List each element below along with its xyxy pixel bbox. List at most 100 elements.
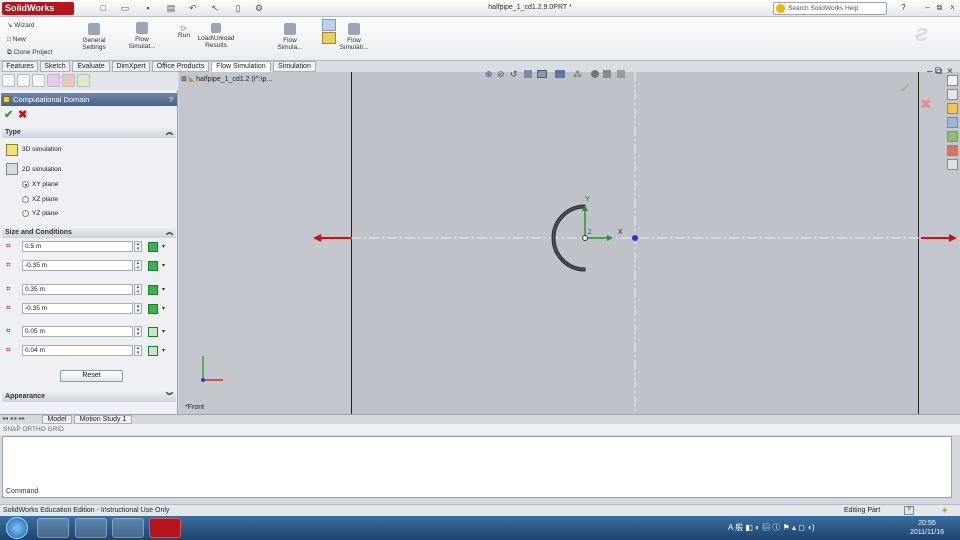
command-window[interactable] <box>2 436 952 498</box>
zmin-condition-icon[interactable] <box>148 346 158 356</box>
new-file-icon[interactable]: □ <box>98 3 108 13</box>
rebuild-icon[interactable]: ▯ <box>233 3 243 13</box>
pm-title: Computational Domain ? <box>1 93 177 106</box>
tab-scroll-arrows[interactable]: ◂◂ ◂ ▸ ▸▸ <box>2 415 40 424</box>
property-manager-icon[interactable] <box>17 74 30 87</box>
flow-simulation-button-2[interactable]: Flow Simula... <box>275 23 305 51</box>
tab-dimxpert[interactable]: DimXpert <box>112 61 150 72</box>
xmax-spinner[interactable]: ▴ ▾ <box>134 241 142 252</box>
ymin-spinner[interactable]: ▴ ▾ <box>134 303 142 314</box>
flow-simulation-button-3[interactable]: Flow Simulati... <box>338 23 370 51</box>
sim2d-icon[interactable] <box>6 163 18 175</box>
close-button[interactable]: × <box>947 3 958 13</box>
domain-arrow-right-head[interactable] <box>949 234 957 242</box>
solidworks-taskbar-icon[interactable] <box>149 518 181 538</box>
tab-model[interactable]: Model <box>42 415 72 424</box>
xmin-dropdown-icon[interactable]: ▾ <box>162 261 169 271</box>
tab-evaluate[interactable]: Evaluate <box>72 61 110 72</box>
feature-manager-icon[interactable] <box>2 74 15 87</box>
type-section-header[interactable]: Type ︽ <box>2 128 176 138</box>
ymax-field[interactable]: 0.35 m <box>22 284 133 295</box>
browser-taskbar-icon[interactable] <box>37 518 69 538</box>
flow-sim-label-1: Flow <box>135 36 149 43</box>
ymax-dropdown-icon[interactable]: ▾ <box>162 285 169 295</box>
wizard-button[interactable]: ↘ Wizard <box>7 22 35 29</box>
print-icon[interactable]: ▤ <box>166 3 176 13</box>
xy-plane-radio[interactable] <box>22 181 29 188</box>
zmin-dropdown-icon[interactable]: ▾ <box>162 346 169 356</box>
load-unload-results-button[interactable]: Load\Unload Results <box>196 23 236 49</box>
general-settings-button[interactable]: General Settings <box>80 23 108 51</box>
ymin-icon: ⌗ <box>6 303 11 312</box>
zmax-spinner[interactable]: ▴ ▾ <box>134 326 142 337</box>
dimxpert-manager-icon[interactable] <box>47 74 60 87</box>
restore-button[interactable]: ⧉ <box>934 3 945 13</box>
pm-help-icon[interactable]: ? <box>169 93 173 106</box>
tab-simulation[interactable]: Simulation <box>273 61 316 72</box>
appearance-section-header[interactable]: Appearance ︾ <box>2 392 176 402</box>
zmax-field[interactable]: 0.05 m <box>22 326 133 337</box>
ymax-condition-icon[interactable] <box>148 285 158 295</box>
undo-icon[interactable]: ↶ <box>188 3 198 13</box>
clock[interactable]: 20:55 2011/11/16 <box>897 519 957 537</box>
xmin-spinner[interactable]: ▴ ▾ <box>134 260 142 271</box>
cancel-icon[interactable]: ✖ <box>18 108 27 121</box>
xmin-condition-icon[interactable] <box>148 261 158 271</box>
xz-plane-radio[interactable] <box>22 196 29 203</box>
boundary-condition-icon[interactable] <box>322 32 336 44</box>
open-file-icon[interactable]: ▭ <box>120 3 130 13</box>
minimize-button[interactable]: – <box>922 3 933 13</box>
start-button-icon[interactable] <box>6 517 28 539</box>
computational-domain-toggle-icon[interactable] <box>322 19 336 31</box>
zmin-spinner[interactable]: ▴ ▾ <box>134 345 142 356</box>
reset-button[interactable]: Reset <box>60 370 123 382</box>
title-bar: SolidWorks □ ▭ ▪ ▤ ↶ ↖ ▯ ⚙ halfpipe_1_cd… <box>0 0 960 17</box>
xmax-field[interactable]: 0.5 m <box>22 241 133 252</box>
help-icon[interactable]: ? <box>898 3 909 13</box>
ymin-dropdown-icon[interactable]: ▾ <box>162 304 169 314</box>
flow-simulation-tree-button[interactable]: Flow Simulat... <box>125 22 159 50</box>
xmax-condition-icon[interactable] <box>148 242 158 252</box>
graphics-area[interactable]: ⊞ ◣ halfpipe_1_cd1.2 (i^:\p... ⊕ ⊘ ↺ ⁂ –… <box>179 66 960 414</box>
view-orientation-label: *Front <box>185 404 205 411</box>
display-manager-icon[interactable] <box>62 74 75 87</box>
xmax-dropdown-icon[interactable]: ▾ <box>162 242 169 252</box>
ymin-condition-icon[interactable] <box>148 304 158 314</box>
ymax-spinner[interactable]: ▴ ▾ <box>134 284 142 295</box>
selected-point[interactable] <box>632 235 638 241</box>
tab-office-products[interactable]: Office Products <box>152 61 209 72</box>
select-icon[interactable]: ↖ <box>210 3 220 13</box>
run-button[interactable]: ▷ Run <box>175 25 193 39</box>
xz-plane-label: XZ plane <box>32 196 59 203</box>
folder-taskbar-icon[interactable] <box>75 518 107 538</box>
tab-flow-simulation[interactable]: Flow Simulation <box>211 61 271 72</box>
run-icon: ▷ <box>181 25 187 32</box>
options-icon[interactable]: ⚙ <box>254 3 264 13</box>
save-icon[interactable]: ▪ <box>143 3 153 13</box>
new-button[interactable]: □ New <box>7 36 26 43</box>
taskbar: A 般 ◧ ◐ ▤ ⓘ ⚑ ▴ ◻ ◖) 20:55 2011/11/16 <box>0 516 960 540</box>
clone-project-button[interactable]: ⧉ Clone Project <box>7 49 53 56</box>
search-input[interactable]: Search SolidWorks Help <box>773 2 887 15</box>
zmax-dropdown-icon[interactable]: ▾ <box>162 327 169 337</box>
sim3d-icon[interactable] <box>6 144 18 156</box>
tab-sketch[interactable]: Sketch <box>40 61 70 72</box>
size-section-header[interactable]: Size and Conditions ︽ <box>2 228 176 238</box>
yz-plane-label: YZ plane <box>32 210 59 217</box>
media-taskbar-icon[interactable] <box>112 518 144 538</box>
tray-icons[interactable]: A 般 ◧ ◐ ▤ ⓘ ⚑ ▴ ◻ ◖) <box>728 522 815 533</box>
xmin-field[interactable]: -0.35 m <box>22 260 133 271</box>
status-help-icon[interactable]: ? <box>904 506 914 515</box>
configuration-manager-icon[interactable] <box>32 74 45 87</box>
zmin-field[interactable]: 0.04 m <box>22 345 133 356</box>
new-label: New <box>12 36 26 43</box>
solidworks-logo[interactable]: SolidWorks <box>2 2 74 15</box>
tab-motion-study[interactable]: Motion Study 1 <box>74 415 132 424</box>
zmax-condition-icon[interactable] <box>148 327 158 337</box>
ymin-field[interactable]: -0.35 m <box>22 303 133 314</box>
domain-arrow-left-head[interactable] <box>313 234 321 242</box>
flow-analysis-tree-icon[interactable] <box>77 74 90 87</box>
yz-plane-radio[interactable] <box>22 210 29 217</box>
ok-icon[interactable]: ✔ <box>4 108 13 121</box>
tab-features[interactable]: Features <box>2 61 38 72</box>
